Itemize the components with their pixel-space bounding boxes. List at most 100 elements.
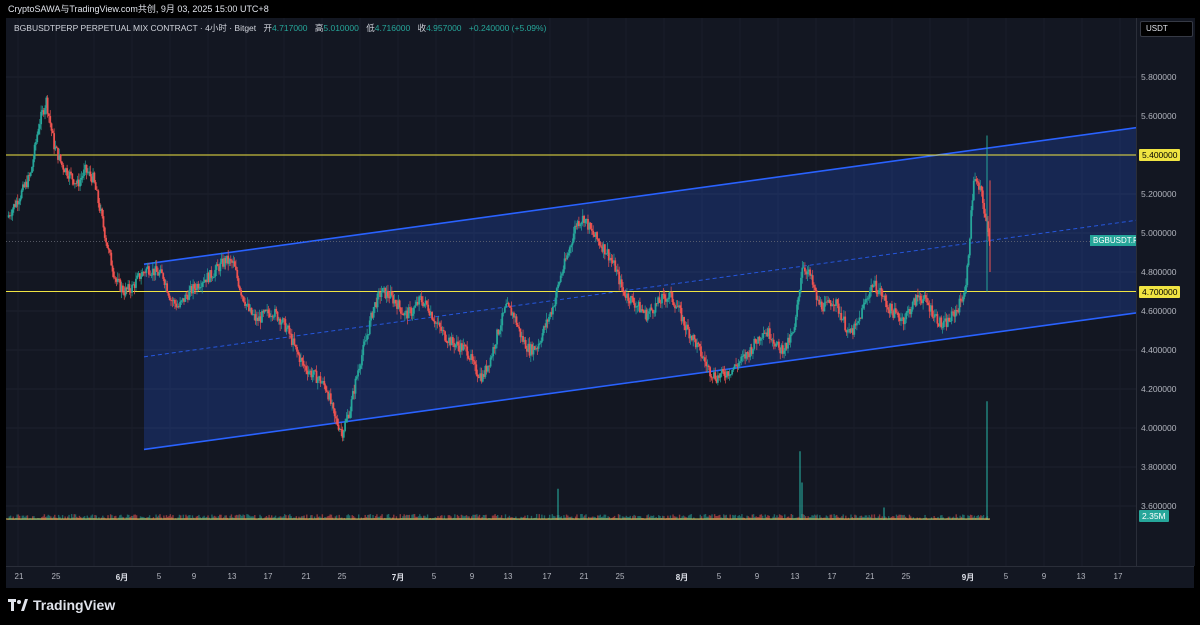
candle-body [885,300,888,308]
candle-body [972,180,975,201]
volume-bar [837,516,839,520]
symbol-legend: BGBUSDTPERP PERPETUAL MIX CONTRACT · 4小时… [14,22,546,34]
candle-body [815,290,818,300]
volume-bar [377,516,379,520]
candle-body [240,289,243,296]
candle-body [332,402,335,409]
candle-body [70,171,72,174]
tradingview-logo[interactable]: TradingView [8,597,115,613]
candle-body [984,213,987,218]
candle-body [732,368,735,371]
candle-body [97,190,100,204]
candle-body [855,323,858,326]
candle-body [924,295,927,298]
candle-body [566,255,569,260]
price-tick-label: 4.200000 [1141,384,1177,394]
volume-bar [317,516,320,520]
candle-body [109,249,111,253]
candle-body [336,418,339,425]
candle-body [554,297,557,307]
currency-selector[interactable]: USDT [1140,21,1193,37]
candle-body [941,326,944,328]
candle-body [275,308,278,312]
candle-body [954,309,957,317]
price-chart[interactable] [6,18,1136,566]
candle-body [862,304,865,309]
candle-body [942,320,945,327]
time-axis[interactable]: 21 25 6月 5 9 13 17 21 25 7月 5 9 13 17 21 25 8月 5 9 13 17 21 25… [6,566,1194,589]
volume-bar [481,516,483,520]
time-tick-label: 5 [156,572,162,581]
candle-body [919,295,922,301]
candle-body [905,312,908,320]
candle-body [283,318,285,320]
price-scale[interactable]: 5.800000 5.600000 5.200000 5.000000 4.800000… [1136,18,1195,566]
candle-body [179,301,182,308]
candle-body [965,285,967,293]
chart-panel[interactable]: BGBUSDTPERP PERPETUAL MIX CONTRACT · 4小时… [6,18,1136,566]
candle-body [775,343,778,347]
volume-bar [568,516,570,520]
candle-body [605,253,608,255]
candle-body [118,278,120,280]
candle-body [687,324,689,330]
candle-body [968,238,971,256]
candle-body [841,319,844,321]
volume-bar [904,516,907,520]
candle-body [83,169,85,177]
candle-body [792,331,795,333]
candle-body [574,225,576,234]
volume-bar [869,516,872,520]
candle-body [722,368,724,372]
candle-body [844,316,847,331]
candle-body [37,128,40,135]
change-value: +0.240000 (+5.09%) [468,23,547,33]
candle-body [740,356,743,362]
close-label: 收 [417,23,427,33]
candle-body [122,285,124,293]
candle-body [709,367,711,377]
volume-bar [44,516,47,520]
candle-body [31,166,33,173]
candle-body [866,298,869,300]
candle-body [904,319,906,325]
candle-body [431,312,434,320]
candle-body [464,345,467,347]
candle-body [910,309,913,315]
candle-body [376,293,379,308]
candle-body [94,182,97,190]
candle-body [20,190,23,199]
candle-body [106,242,109,248]
candle-body [193,284,196,289]
candle-body [826,301,828,303]
candle-body [307,371,310,375]
candle-body [407,307,410,319]
candle-body [33,144,36,160]
candle-body [366,335,369,341]
volume-bar [80,516,82,520]
candle-body [50,123,53,131]
candle-body [500,325,502,331]
candle-body [980,186,983,191]
candle-body [462,344,465,351]
candle-body [199,286,202,288]
candle-body [561,273,563,276]
candle-body [768,328,771,339]
candle-body [364,340,367,342]
candle-body [390,291,393,296]
candle-body [148,266,150,275]
candle-body [51,130,54,134]
time-tick-label: 9 [754,572,760,581]
candle-body [610,257,613,261]
candle-body [714,372,717,380]
candle-body [427,304,430,311]
candle-body [140,276,143,279]
symbol-title: BGBUSDTPERP PERPETUAL MIX CONTRACT · 4小时… [14,23,257,33]
low-value: 4.716000 [374,23,411,33]
candle-body [19,198,22,202]
candle-body [168,295,171,300]
volume-tag: 2.35M [1139,509,1169,522]
candle-body [770,338,773,340]
candle-body [86,172,89,174]
time-tick-label: 7月 [391,573,405,582]
